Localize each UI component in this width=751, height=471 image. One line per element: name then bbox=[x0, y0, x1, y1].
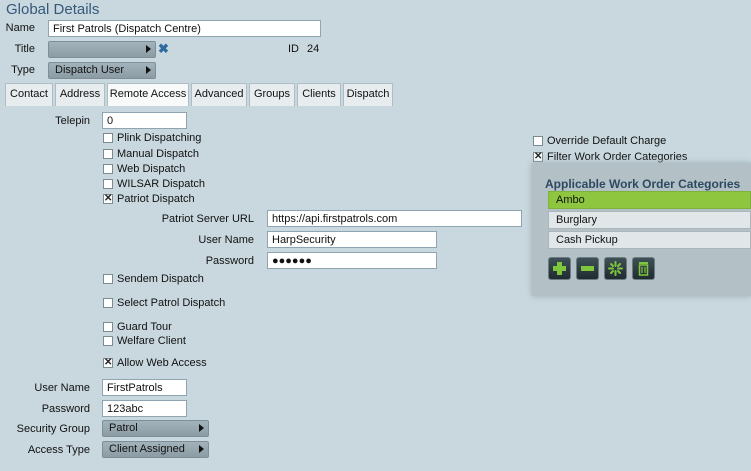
id-label: ID bbox=[288, 43, 299, 55]
tab-contact[interactable]: Contact bbox=[5, 83, 53, 106]
add-category-button[interactable] bbox=[548, 257, 571, 280]
security-group-value: Patrol bbox=[109, 422, 138, 434]
tab-groups[interactable]: Groups bbox=[249, 83, 295, 106]
allow-web-access-checkbox[interactable]: ✕ bbox=[103, 358, 113, 368]
category-item-burglary[interactable]: Burglary bbox=[548, 211, 751, 229]
manual-dispatch-checkbox[interactable] bbox=[103, 149, 113, 159]
guard-tour-checkbox[interactable] bbox=[103, 322, 113, 332]
type-label: Type bbox=[11, 64, 35, 76]
user-name-label: User Name bbox=[34, 382, 90, 394]
type-dropdown-value: Dispatch User bbox=[55, 64, 125, 76]
name-label: Name bbox=[5, 22, 35, 34]
welfare-client-label: Welfare Client bbox=[117, 335, 186, 347]
tab-advanced[interactable]: Advanced bbox=[191, 83, 247, 106]
guard-tour-label: Guard Tour bbox=[117, 321, 172, 333]
name-input[interactable] bbox=[48, 20, 321, 37]
plink-dispatching-label: Plink Dispatching bbox=[117, 132, 202, 144]
patriot-password-label: Password bbox=[205, 255, 254, 267]
patriot-password-input[interactable] bbox=[267, 252, 437, 269]
remove-category-button[interactable] bbox=[576, 257, 599, 280]
override-default-charge-label: Override Default Charge bbox=[547, 135, 667, 147]
tab-clients[interactable]: Clients bbox=[297, 83, 341, 106]
sendem-dispatch-checkbox[interactable] bbox=[103, 274, 113, 284]
clear-title-icon[interactable]: ✖ bbox=[158, 41, 169, 57]
patriot-user-name-label: User Name bbox=[198, 234, 254, 246]
web-dispatch-label: Web Dispatch bbox=[117, 163, 186, 175]
user-name-input[interactable] bbox=[102, 379, 187, 396]
manual-dispatch-label: Manual Dispatch bbox=[117, 148, 199, 160]
override-default-charge-checkbox[interactable] bbox=[533, 136, 543, 146]
patriot-server-url-input[interactable] bbox=[267, 210, 522, 227]
filter-work-order-categories-label: Filter Work Order Categories bbox=[547, 151, 688, 163]
chevron-right-icon bbox=[199, 445, 204, 453]
refresh-categories-button[interactable] bbox=[604, 257, 627, 280]
tab-address[interactable]: Address bbox=[55, 83, 105, 106]
allow-web-access-label: Allow Web Access bbox=[117, 357, 207, 369]
select-patrol-dispatch-checkbox[interactable] bbox=[103, 298, 113, 308]
title-label: Title bbox=[14, 43, 35, 55]
minus-icon bbox=[581, 266, 594, 271]
category-item-ambo[interactable]: Ambo bbox=[548, 191, 751, 209]
id-value: 24 bbox=[307, 43, 320, 55]
patriot-dispatch-checkbox[interactable]: ✕ bbox=[103, 194, 113, 204]
patriot-server-url-label: Patriot Server URL bbox=[161, 213, 254, 225]
page-title: Global Details bbox=[6, 1, 100, 18]
plink-dispatching-checkbox[interactable] bbox=[103, 133, 113, 143]
telepin-input[interactable] bbox=[102, 112, 187, 129]
plus-icon bbox=[553, 262, 566, 275]
sendem-dispatch-label: Sendem Dispatch bbox=[117, 273, 204, 285]
web-dispatch-checkbox[interactable] bbox=[103, 164, 113, 174]
patriot-user-name-input[interactable] bbox=[267, 231, 437, 248]
type-dropdown[interactable]: Dispatch User bbox=[48, 62, 156, 79]
chevron-right-icon bbox=[199, 424, 204, 432]
category-item-cash-pickup[interactable]: Cash Pickup bbox=[548, 231, 751, 249]
wilsar-dispatch-checkbox[interactable] bbox=[103, 179, 113, 189]
access-type-label: Access Type bbox=[27, 444, 90, 456]
password-label: Password bbox=[41, 403, 90, 415]
delete-category-button[interactable] bbox=[632, 257, 655, 280]
access-type-dropdown[interactable]: Client Assigned bbox=[102, 441, 209, 458]
security-group-dropdown[interactable]: Patrol bbox=[102, 420, 209, 437]
tab-dispatch[interactable]: Dispatch bbox=[343, 83, 393, 106]
categories-title: Applicable Work Order Categories bbox=[545, 177, 741, 191]
chevron-right-icon bbox=[146, 66, 151, 74]
password-input[interactable] bbox=[102, 400, 187, 417]
patriot-dispatch-label: Patriot Dispatch bbox=[117, 193, 195, 205]
select-patrol-dispatch-label: Select Patrol Dispatch bbox=[117, 297, 226, 309]
welfare-client-checkbox[interactable] bbox=[103, 336, 113, 346]
sparkle-icon bbox=[608, 261, 623, 276]
wilsar-dispatch-label: WILSAR Dispatch bbox=[117, 178, 206, 190]
telepin-label: Telepin bbox=[55, 115, 90, 127]
security-group-label: Security Group bbox=[16, 423, 90, 435]
title-dropdown[interactable] bbox=[48, 41, 156, 58]
chevron-right-icon bbox=[146, 45, 151, 53]
access-type-value: Client Assigned bbox=[109, 443, 185, 455]
filter-work-order-categories-checkbox[interactable]: ✕ bbox=[533, 152, 543, 162]
tab-remote-access[interactable]: Remote Access bbox=[107, 83, 189, 106]
work-order-categories-panel: Applicable Work Order Categories Ambo Bu… bbox=[532, 163, 751, 296]
trash-icon bbox=[638, 262, 649, 276]
